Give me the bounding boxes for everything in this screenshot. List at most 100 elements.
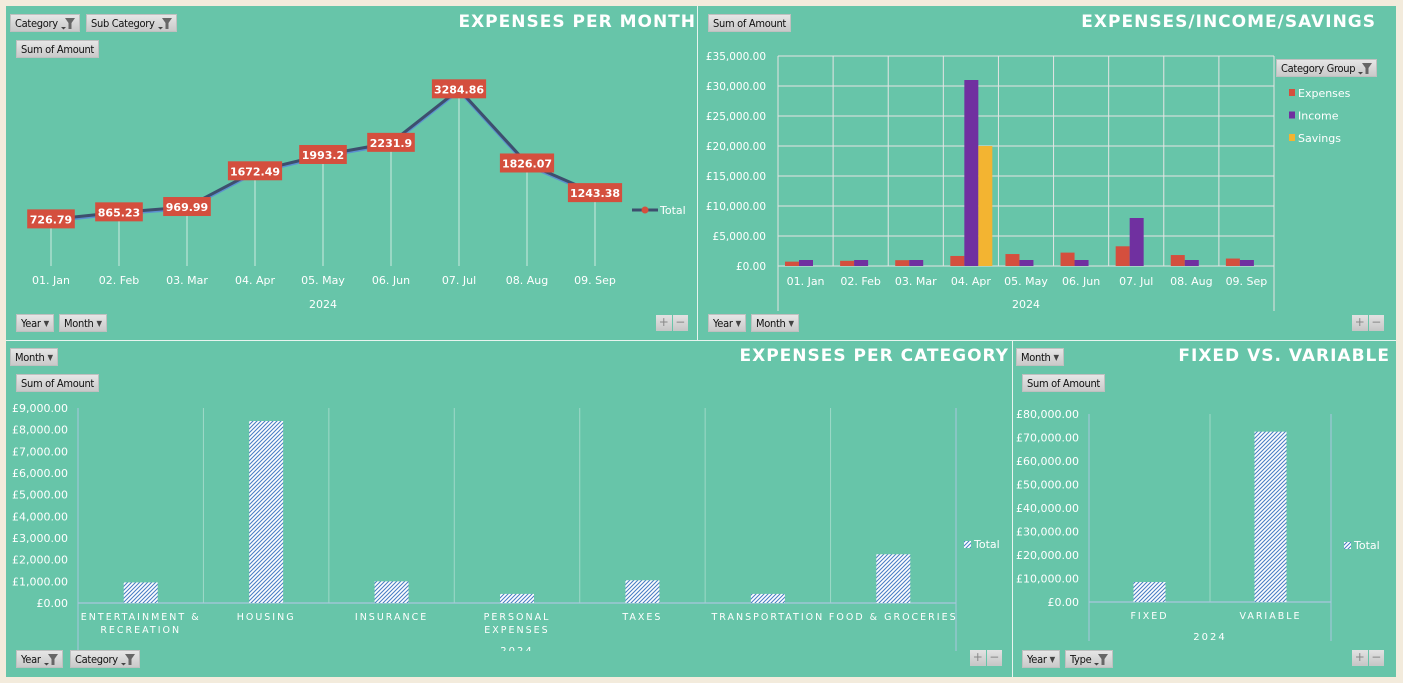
month-filter-button[interactable]: Month ▼: [1016, 348, 1065, 366]
zoom-buttons: + −: [1352, 650, 1384, 666]
expand-button[interactable]: +: [970, 650, 986, 666]
y-tick-label: £0.00: [736, 261, 766, 273]
legend-swatch-icon: [1344, 542, 1351, 549]
y-tick-label: £0.00: [1048, 596, 1080, 609]
type-field-button[interactable]: Type: [1065, 650, 1114, 668]
dropdown-arrow-icon: ▼: [43, 319, 50, 328]
y-tick-label: £60,000.00: [1016, 455, 1079, 468]
category-group-filter-button[interactable]: Category Group: [1276, 59, 1378, 77]
sub-category-filter-label: Sub Category: [91, 17, 155, 30]
x-group-label: 2024: [1012, 298, 1040, 311]
bar-total: [374, 581, 409, 603]
y-tick-label: £50,000.00: [1016, 479, 1079, 492]
data-label: 1993.2: [302, 149, 344, 162]
sum-of-amount-label: Sum of Amount: [1027, 377, 1101, 390]
collapse-button[interactable]: −: [672, 315, 688, 331]
x-tick-label: 06. Jun: [372, 274, 410, 287]
chart-title-expenses-per-month: EXPENSES PER MONTH: [458, 12, 696, 32]
bar-income: [854, 260, 869, 266]
x-tick-label: 09. Sep: [574, 274, 616, 287]
y-tick-label: £20,000.00: [1016, 549, 1079, 562]
year-field-button[interactable]: Year: [16, 650, 63, 668]
legend-marker-icon: [641, 206, 649, 214]
collapse-button[interactable]: −: [1368, 650, 1384, 666]
bar-income: [909, 260, 924, 266]
dashboard: EXPENSES PER MONTH Category Sub Category…: [6, 6, 1396, 677]
year-field-button[interactable]: Year ▼: [708, 314, 747, 332]
bar-income: [1239, 260, 1254, 266]
filter-icon: [1094, 653, 1109, 666]
bar-expenses: [1170, 255, 1185, 266]
bar-total: [750, 593, 785, 603]
x-tick-label: 05. May: [1004, 275, 1048, 288]
filter-icon: [120, 653, 135, 666]
month-field-label: Month: [64, 317, 94, 330]
data-label: 969.99: [166, 201, 208, 214]
y-tick-label: £20,000.00: [706, 141, 766, 153]
zoom-buttons: + −: [1352, 315, 1384, 331]
sum-of-amount-label: Sum of Amount: [713, 17, 787, 30]
bar-expenses: [785, 261, 799, 266]
bar-expenses: [1060, 252, 1075, 266]
dropdown-arrow-icon: ▼: [1053, 353, 1060, 362]
y-tick-label: £4,000.00: [12, 510, 68, 523]
collapse-button[interactable]: −: [1368, 315, 1384, 331]
filter-icon: [60, 17, 75, 30]
y-tick-label: £80,000.00: [1016, 408, 1079, 421]
y-tick-label: £10,000.00: [1016, 573, 1079, 586]
legend-swatch-icon: [1289, 89, 1295, 96]
bar-savings: [978, 146, 993, 266]
y-tick-label: £10,000.00: [706, 201, 766, 213]
legend-label: Total: [659, 204, 686, 217]
filter-icon: [1358, 62, 1373, 75]
x-tick-label: 03. Mar: [166, 274, 208, 287]
y-tick-label: £5,000.00: [713, 231, 766, 243]
x-tick-label: 02. Feb: [99, 274, 139, 287]
year-field-label: Year: [713, 317, 733, 330]
year-field-button[interactable]: Year ▼: [1022, 650, 1061, 668]
sum-of-amount-button[interactable]: Sum of Amount: [1022, 374, 1106, 392]
legend-expenses-income-savings: Expenses Income Savings: [1289, 87, 1351, 145]
month-filter-label: Month: [15, 351, 45, 364]
legend-label: Total: [973, 538, 1000, 551]
bar-total: [625, 580, 660, 603]
month-filter-button[interactable]: Month ▼: [10, 348, 59, 366]
collapse-button[interactable]: −: [986, 650, 1002, 666]
category-field-button[interactable]: Category: [70, 650, 140, 668]
category-filter-button[interactable]: Category: [10, 14, 80, 32]
sum-of-amount-button[interactable]: Sum of Amount: [708, 14, 792, 32]
bar-total: [1254, 431, 1287, 602]
chart-title-expenses-income-savings: EXPENSES/INCOME/SAVINGS: [1081, 12, 1376, 32]
dropdown-arrow-icon: ▼: [96, 319, 103, 328]
x-tick-label: INSURANCE: [355, 612, 428, 623]
year-field-label: Year: [1027, 653, 1047, 666]
bar-total: [1133, 582, 1166, 602]
year-field-button[interactable]: Year ▼: [16, 314, 55, 332]
divider-middle: [6, 340, 1396, 341]
month-field-button[interactable]: Month ▼: [751, 314, 800, 332]
data-label: 3284.86: [434, 83, 484, 96]
sub-category-filter-button[interactable]: Sub Category: [86, 14, 177, 32]
y-tick-label: £1,000.00: [12, 575, 68, 588]
y-tick-label: £15,000.00: [706, 171, 766, 183]
chart-title-fixed-vs-variable: FIXED VS. VARIABLE: [1178, 346, 1390, 366]
chart-title-expenses-per-category: EXPENSES PER CATEGORY: [739, 346, 1009, 366]
bar-income: [1074, 260, 1089, 266]
x-tick-label: RECREATION: [100, 625, 181, 636]
bar-income: [1129, 218, 1144, 266]
expand-button[interactable]: +: [656, 315, 672, 331]
y-tick-label: £35,000.00: [706, 51, 766, 63]
bar-income: [799, 260, 813, 266]
data-label: 726.79: [30, 213, 72, 226]
month-field-button[interactable]: Month ▼: [59, 314, 108, 332]
type-field-label: Type: [1070, 653, 1092, 666]
x-tick-label: 08. Aug: [1170, 275, 1212, 288]
bar-expenses: [840, 260, 855, 266]
expand-button[interactable]: +: [1352, 650, 1368, 666]
filter-icon: [43, 653, 58, 666]
sum-of-amount-button[interactable]: Sum of Amount: [16, 374, 100, 392]
expand-button[interactable]: +: [1352, 315, 1368, 331]
y-tick-label: £9,000.00: [12, 402, 68, 415]
bar-expenses: [1225, 258, 1240, 266]
expenses-income-savings-chart: £0.00 £5,000.00 £10,000.00 £15,000.00 £20,00…: [706, 51, 1275, 311]
